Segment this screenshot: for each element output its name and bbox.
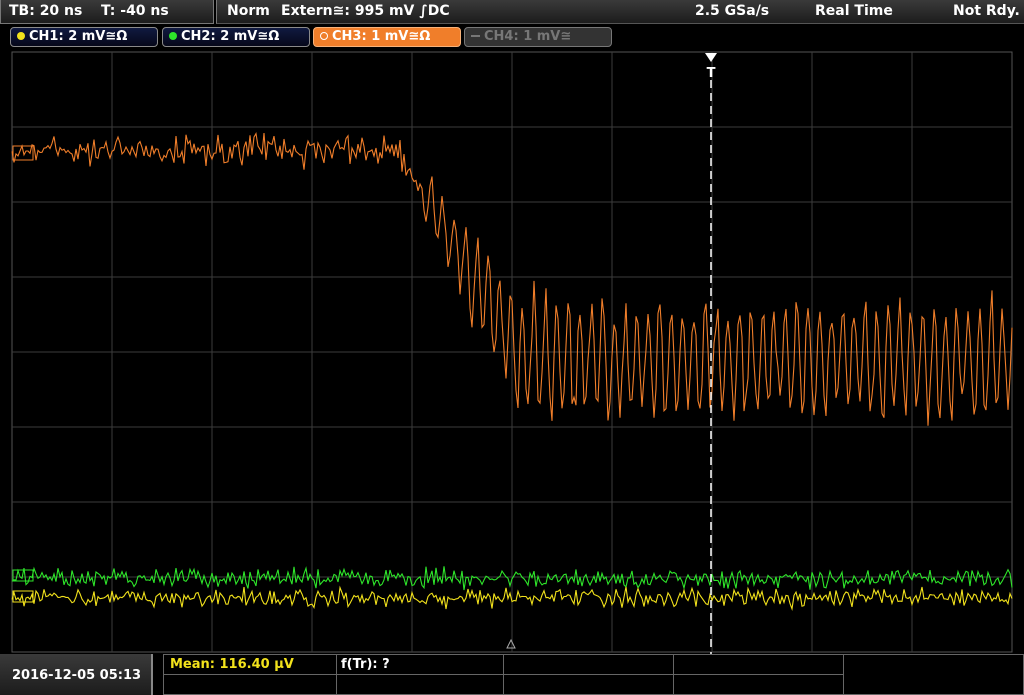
mean-measurement: Mean: 116.40 µV — [170, 657, 294, 672]
sample-rate: 2.5 GSa/s — [695, 3, 770, 19]
trigger-source: Extern≅: 995 mV ∫DC — [281, 3, 450, 19]
graticule — [11, 51, 1013, 653]
waveform-canvas[interactable]: T — [0, 50, 1024, 654]
trigger-marker-label: T — [707, 66, 716, 81]
trigger-position-icon[interactable] — [705, 53, 717, 62]
measurement-bar: 2016-12-05 05:13 Mean: 116.40 µV f(Tr): … — [0, 654, 1024, 695]
meas-cell-3 — [504, 655, 674, 675]
channel-tabs: CH1: 2 mV≅Ω CH2: 2 mV≅Ω CH3: 1 mV≅Ω CH4:… — [0, 24, 1024, 50]
meas-cell-6 — [337, 675, 504, 695]
ftr-measurement: f(Tr): ? — [341, 657, 390, 672]
channel-tab-ch4[interactable]: CH4: 1 mV≅ — [464, 27, 612, 47]
meas-cell-8 — [674, 675, 844, 695]
meas-cell-5 — [164, 675, 337, 695]
ch3-label: CH3: 1 mV≅Ω — [332, 29, 431, 44]
waveform-display[interactable]: T — [0, 50, 1024, 654]
ch2-indicator-icon — [169, 32, 177, 40]
ch4-label: CH4: 1 mV≅ — [484, 29, 572, 44]
channel-tab-ch3[interactable]: CH3: 1 mV≅Ω — [313, 27, 461, 47]
channel-tab-ch2[interactable]: CH2: 2 mV≅Ω — [162, 27, 310, 47]
timebase-value: TB: 20 ns — [9, 3, 83, 19]
meas-cell-4 — [674, 655, 844, 675]
acquisition-state: Not Rdy. — [953, 3, 1020, 19]
meas-cell-7 — [504, 675, 674, 695]
acquisition-mode: Real Time — [815, 3, 893, 19]
trigger-status-box[interactable]: Norm Extern≅: 995 mV ∫DC 2.5 GSa/s Real … — [216, 0, 1024, 24]
time-reference-icon — [506, 638, 516, 649]
trigger-mode: Norm — [227, 3, 270, 19]
ch2-label: CH2: 2 mV≅Ω — [181, 29, 280, 44]
channel-tab-ch1[interactable]: CH1: 2 mV≅Ω — [10, 27, 158, 47]
datetime-box: 2016-12-05 05:13 — [0, 654, 153, 695]
status-bar: TB: 20 ns T: -40 ns Norm Extern≅: 995 mV… — [0, 0, 1024, 24]
timebase-box[interactable]: TB: 20 ns T: -40 ns — [0, 0, 214, 24]
ch1-indicator-icon — [17, 32, 25, 40]
trigger-offset-value: T: -40 ns — [101, 3, 169, 19]
ch3-indicator-icon — [320, 32, 328, 40]
measurement-table[interactable]: Mean: 116.40 µV f(Tr): ? — [163, 654, 1024, 695]
datetime: 2016-12-05 05:13 — [12, 668, 142, 683]
ch1-label: CH1: 2 mV≅Ω — [29, 29, 128, 44]
ch4-indicator-icon — [471, 35, 480, 37]
